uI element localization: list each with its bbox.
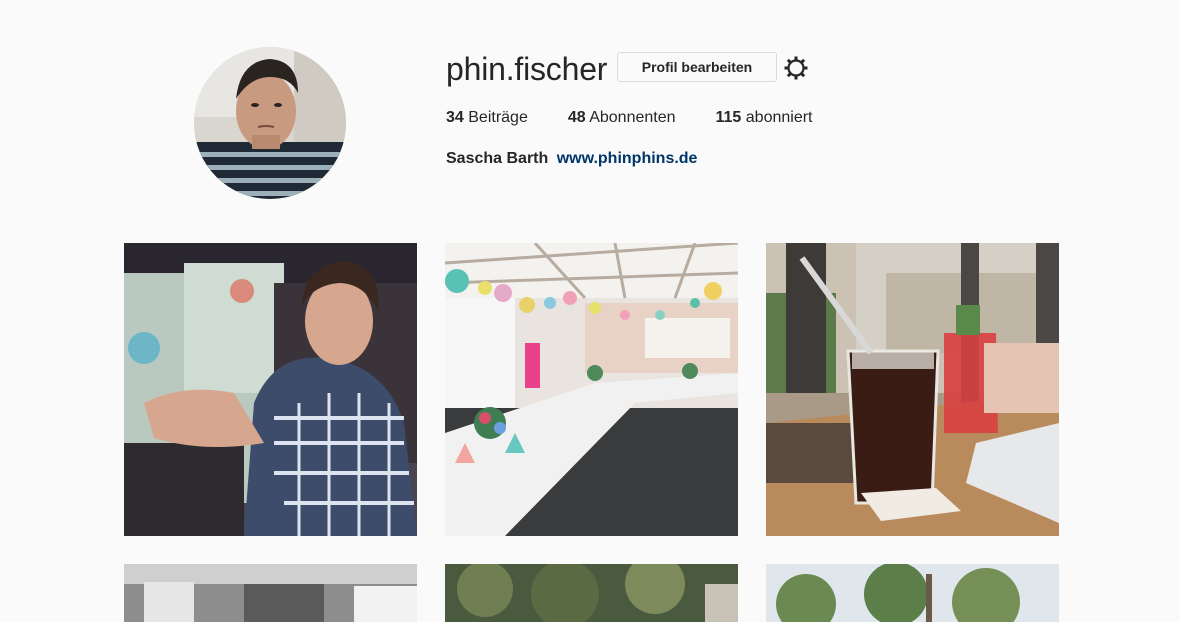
profile-bio: Sascha Barth www.phinphins.de	[446, 149, 697, 169]
profile-page: phin.fischer Profil bearbeiten 34 Beiträ…	[0, 0, 1180, 622]
followers-count: 48	[567, 109, 586, 126]
profile-full-name: Sascha Barth	[446, 150, 549, 167]
profile-stats: 34 Beiträge 48 Abonnenten 115 abonniert	[446, 108, 853, 128]
followers-stat[interactable]: 48 Abonnenten	[568, 108, 676, 128]
profile-website-link[interactable]: www.phinphins.de	[557, 150, 698, 167]
profile-username: phin.fischer	[446, 51, 608, 87]
following-count: 115	[715, 109, 742, 126]
profile-avatar[interactable]	[194, 47, 346, 199]
following-label: abonniert	[745, 109, 813, 126]
followers-label: Abonnenten	[589, 109, 676, 126]
post-thumbnail[interactable]	[124, 564, 417, 622]
following-stat[interactable]: 115 abonniert	[716, 108, 813, 128]
posts-count: 34	[446, 109, 464, 126]
gear-icon[interactable]	[783, 55, 809, 81]
edit-profile-button[interactable]: Profil bearbeiten	[617, 52, 777, 82]
post-thumbnail[interactable]	[445, 243, 738, 536]
posts-stat: 34 Beiträge	[446, 108, 528, 128]
posts-label: Beiträge	[468, 109, 528, 126]
post-thumbnail[interactable]	[766, 243, 1059, 536]
post-thumbnail[interactable]	[445, 564, 738, 622]
post-thumbnail[interactable]	[766, 564, 1059, 622]
post-thumbnail[interactable]	[124, 243, 417, 536]
